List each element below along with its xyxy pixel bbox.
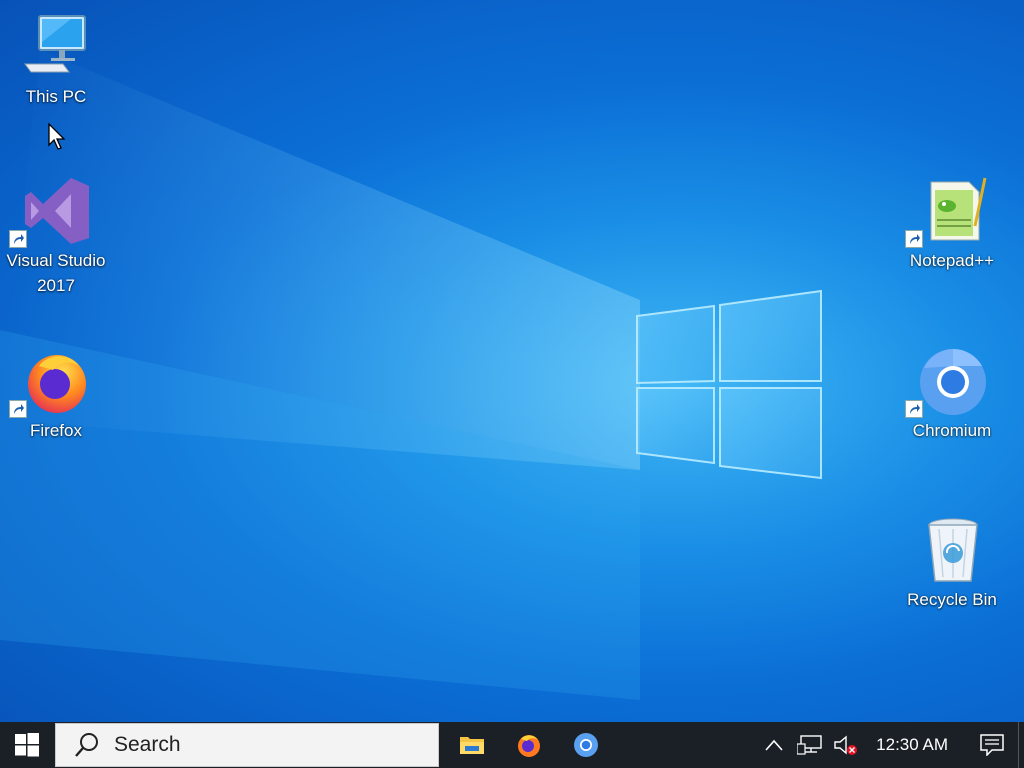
search-input[interactable]: Search	[55, 723, 439, 767]
notepadpp-icon	[905, 176, 987, 248]
desktop-icon-notepadpp[interactable]: Notepad++	[898, 176, 1006, 273]
shortcut-arrow-icon	[905, 230, 923, 248]
taskbar-file-explorer[interactable]	[443, 722, 500, 768]
visual-studio-icon	[9, 176, 91, 248]
shortcut-arrow-icon	[9, 400, 27, 418]
network-button[interactable]	[792, 722, 828, 768]
search-placeholder: Search	[114, 733, 181, 756]
taskbar-chromium[interactable]	[557, 722, 614, 768]
shortcut-arrow-icon	[9, 230, 27, 248]
chromium-icon	[573, 733, 598, 757]
desktop-icon-label-line2: 2017	[37, 276, 75, 295]
action-center-button[interactable]	[966, 722, 1018, 768]
network-icon	[797, 735, 822, 755]
shortcut-arrow-icon	[905, 400, 923, 418]
file-explorer-icon	[459, 737, 484, 754]
system-tray: 12:30 AM	[756, 722, 1024, 768]
desktop-icon-label: Firefox	[30, 421, 82, 440]
volume-muted-icon	[834, 735, 858, 755]
mouse-cursor-icon	[48, 123, 66, 150]
desktop-icon-visual-studio[interactable]: Visual Studio 2017	[2, 176, 110, 298]
search-icon	[75, 733, 98, 757]
desktop-icon-label: Visual Studio	[6, 251, 106, 270]
desktop-icon-label: Notepad++	[909, 251, 995, 270]
desktop-icon-label: Chromium	[912, 421, 992, 440]
desktop-icon-label: This PC	[25, 87, 87, 106]
desktop-icon-recycle-bin[interactable]: Recycle Bin	[898, 515, 1006, 612]
start-button[interactable]	[0, 722, 54, 768]
desktop-icon-firefox[interactable]: Firefox	[2, 346, 110, 443]
show-desktop-button[interactable]	[1018, 722, 1024, 768]
taskbar: Search 12:30 AM	[0, 722, 1024, 768]
desktop-icon-chromium[interactable]: Chromium	[898, 346, 1006, 443]
chevron-up-icon	[765, 739, 783, 751]
desktop-icon-this-pc[interactable]: This PC	[2, 12, 110, 109]
windows-start-icon	[15, 733, 39, 757]
wallpaper-light-beams	[0, 50, 822, 700]
taskbar-firefox[interactable]	[500, 722, 557, 768]
clock[interactable]: 12:30 AM	[864, 735, 966, 755]
desktop-icon-label: Recycle Bin	[907, 590, 997, 609]
show-hidden-icons-button[interactable]	[756, 722, 792, 768]
firefox-icon	[9, 346, 91, 418]
recycle-bin-icon	[917, 515, 987, 585]
volume-button[interactable]	[828, 722, 864, 768]
windows-logo-glow	[636, 289, 822, 480]
chromium-icon	[905, 346, 987, 418]
computer-icon	[21, 12, 91, 82]
desktop: This PC Visual Studio 2017 Firefox Notep…	[0, 0, 1024, 722]
notifications-icon	[980, 734, 1004, 756]
firefox-icon	[517, 735, 540, 757]
